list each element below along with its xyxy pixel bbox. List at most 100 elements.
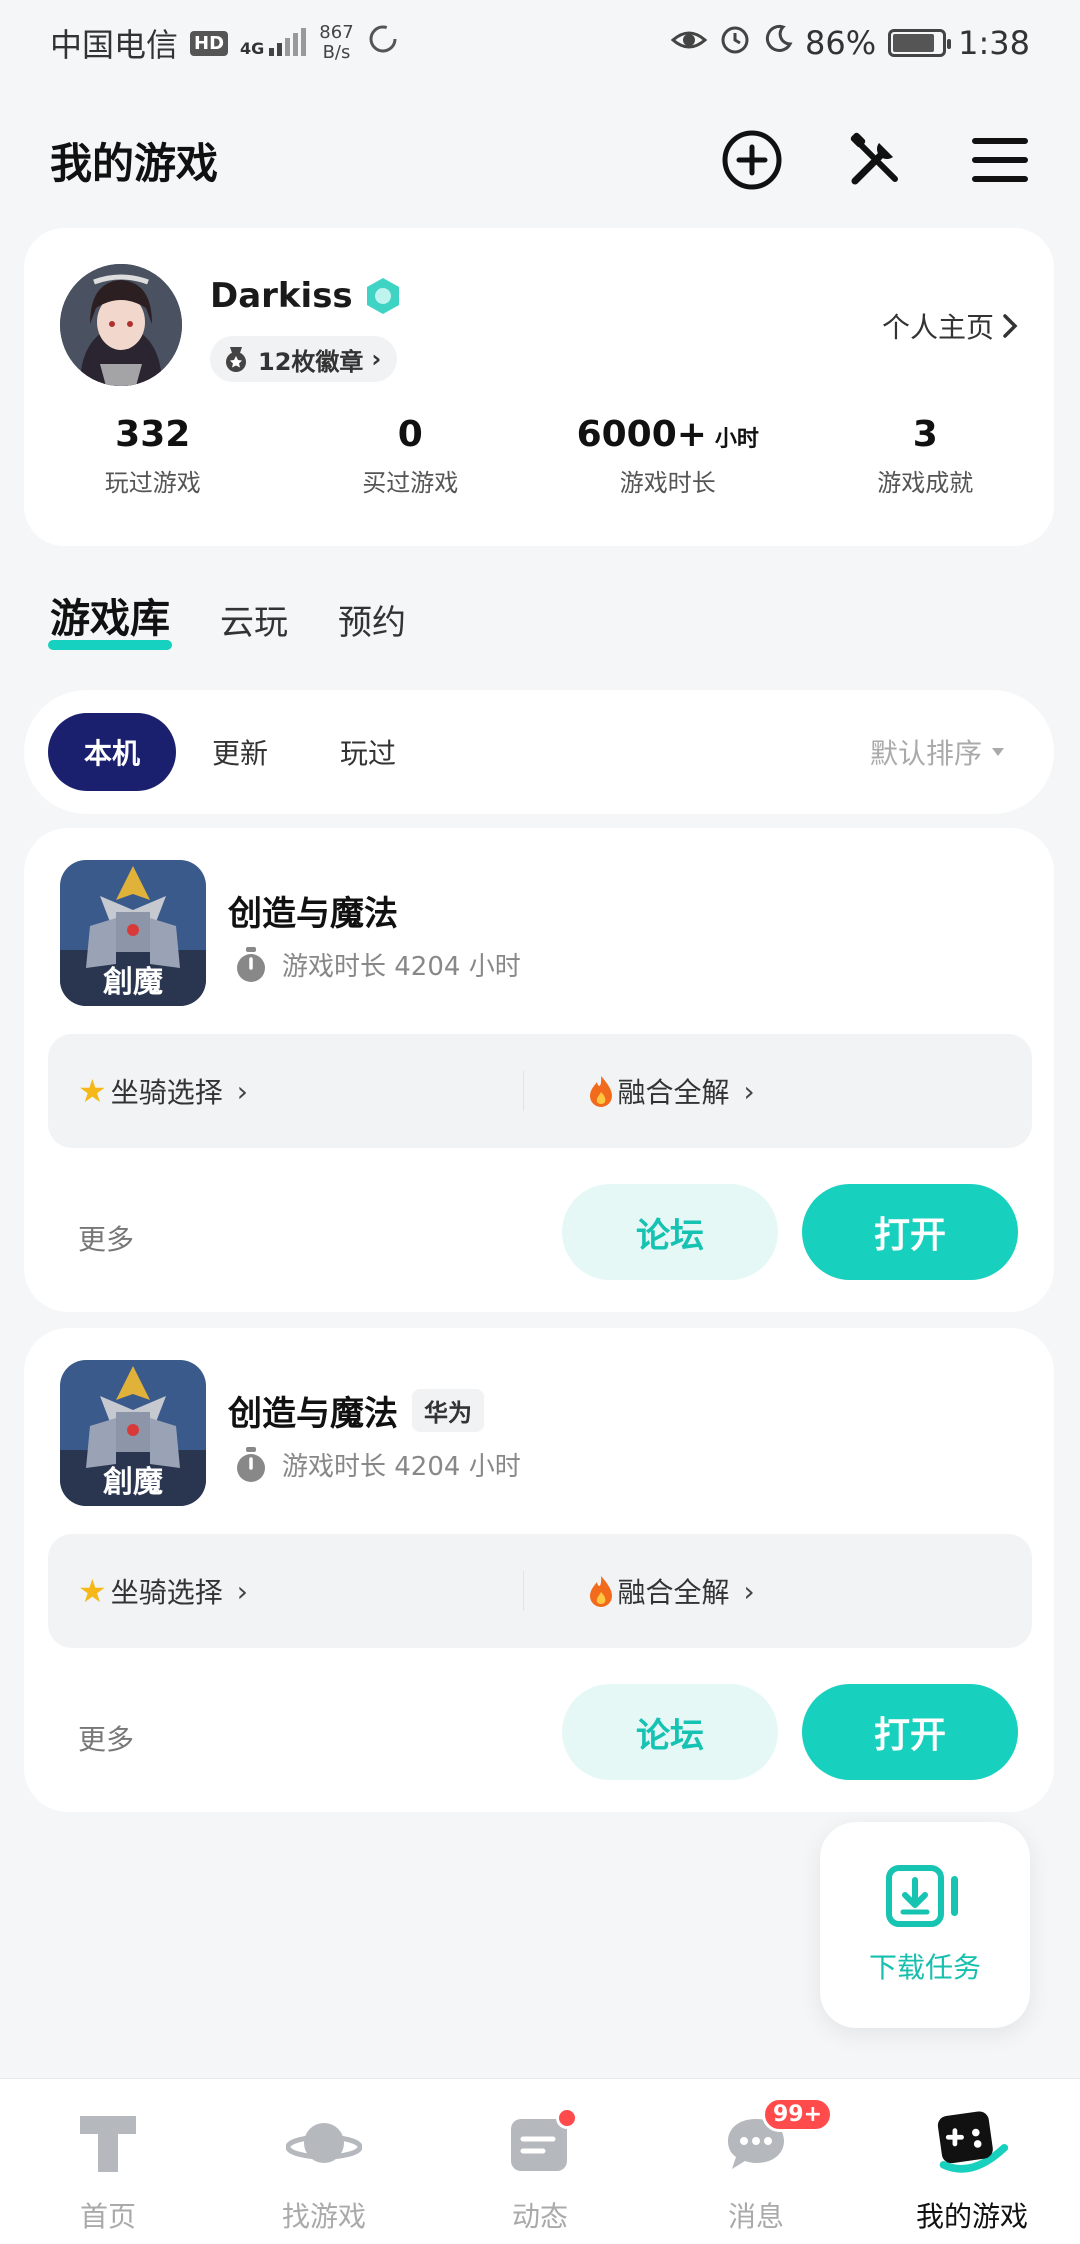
stat-label: 游戏成就 [877,469,974,497]
game-quick-links: ★ 坐骑选择 › 融合全解 › [48,1534,1032,1648]
stat-label: 游戏时长 [619,469,716,497]
stat-value-number: 3 [912,414,938,455]
game-icon[interactable]: 創魔 [60,860,206,1006]
message-count-badge: 99+ [762,2097,834,2132]
filter-played[interactable]: 玩过 [304,713,432,791]
quick-link-mount[interactable]: ★ 坐骑选择 › [48,1071,523,1111]
medal-icon [226,347,246,372]
network-speed: 867 B/s [319,23,353,63]
quick-link-fusion[interactable]: 融合全解 › [522,1571,1033,1611]
filter-updates[interactable]: 更新 [176,713,304,791]
home-icon [70,2105,146,2181]
tab-cloud-play[interactable]: 云玩 [220,595,288,644]
chevron-right-icon [1003,314,1018,338]
tab-reservations[interactable]: 预约 [338,595,406,644]
quick-link-label: 融合全解 [617,1576,730,1609]
menu-icon [972,138,1028,182]
nav-home[interactable]: 首页 [0,2079,216,2244]
personal-homepage-link[interactable]: 个人主页 [882,306,1018,346]
caret-down-icon [992,748,1004,756]
battery-icon [888,29,952,57]
clock-time: 1:38 [958,24,1030,62]
tools-button[interactable] [844,128,908,192]
game-card[interactable]: 創魔 创造与魔法 游戏时长 4204 小时 ★ 坐骑选择 › 融合全解 › 更多… [24,828,1054,1312]
notification-dot [556,2107,578,2129]
platform-tag: 华为 [412,1389,484,1432]
quick-link-label: 融合全解 [617,1076,730,1109]
nav-feed[interactable]: 动态 [432,2079,648,2244]
forum-button[interactable]: 论坛 [562,1184,778,1280]
stat-value-number: 332 [115,414,191,455]
game-play-time: 游戏时长 4204 小时 [234,1446,521,1483]
stat-value: 332 [24,414,282,455]
game-icon[interactable]: 創魔 [60,1360,206,1506]
username[interactable]: Darkiss [210,276,403,316]
stat-achievements[interactable]: 3 游戏成就 [797,414,1055,498]
status-right: 86% 1:38 [670,23,1030,63]
game-play-time: 游戏时长 4204 小时 [234,946,521,983]
stat-games-bought[interactable]: 0 买过游戏 [282,414,540,498]
message-icon: 99+ [718,2097,834,2181]
status-left: 中国电信 HD 4G 867 B/s [50,20,400,66]
chevron-right-icon: › [236,1074,248,1108]
stat-play-time[interactable]: 6000+ 小时 游戏时长 [539,414,797,498]
fire-icon [589,1576,612,1607]
more-button[interactable]: 更多 [78,1718,134,1758]
library-tabs: 游戏库 云玩 预约 [48,586,406,650]
add-circle-icon [722,130,782,190]
add-game-button[interactable] [720,128,784,192]
header-actions [720,128,1032,192]
alarm-icon [719,23,751,63]
quick-link-mount[interactable]: ★ 坐骑选择 › [48,1571,523,1611]
profile-card: Darkiss 12枚徽章 › 个人主页 332 玩过游戏 0 买过游戏 600… [24,228,1054,546]
stat-value: 0 [282,414,540,455]
moon-icon [763,24,793,62]
verified-badge-icon [366,278,399,314]
loading-icon [366,22,400,64]
download-tasks-button[interactable]: 下载任务 [820,1822,1030,2028]
badges-chip[interactable]: 12枚徽章 › [210,336,398,382]
play-time-text: 游戏时长 4204 小时 [282,952,521,982]
eye-icon [670,24,708,62]
nav-find-games[interactable]: 找游戏 [216,2079,432,2244]
quick-link-fusion[interactable]: 融合全解 › [522,1071,1033,1111]
open-game-button[interactable]: 打开 [802,1184,1018,1280]
filter-bar: 本机 更新 玩过 默认排序 [24,690,1054,814]
gamepad-icon [934,2105,1010,2181]
game-title[interactable]: 创造与魔法 华为 [228,1386,484,1435]
game-title-text: 创造与魔法 [228,894,398,934]
svg-text:創魔: 創魔 [103,1465,163,1500]
star-icon: ★ [78,1572,107,1610]
stopwatch-icon [237,946,265,982]
stat-unit: 小时 [714,427,759,452]
tab-game-library[interactable]: 游戏库 [48,586,172,650]
play-time-text: 游戏时长 4204 小时 [282,1452,521,1482]
nav-label: 我的游戏 [915,2200,1028,2233]
avatar[interactable] [60,264,182,386]
download-icon [886,1865,958,1927]
game-card[interactable]: 創魔 创造与魔法 华为 游戏时长 4204 小时 ★ 坐骑选择 › 融合全解 ›… [24,1328,1054,1812]
nav-messages[interactable]: 99+ 消息 [648,2079,864,2244]
game-title[interactable]: 创造与魔法 [228,886,398,935]
forum-button[interactable]: 论坛 [562,1684,778,1780]
nav-label: 找游戏 [281,2200,366,2233]
stat-value-number: 6000+ [576,414,707,455]
page-title: 我的游戏 [50,138,219,188]
filter-local[interactable]: 本机 [48,713,177,791]
nav-my-games[interactable]: 我的游戏 [864,2079,1080,2244]
stat-games-played[interactable]: 332 玩过游戏 [24,414,282,498]
menu-button[interactable] [968,128,1032,192]
download-tasks-label: 下载任务 [868,1951,981,1984]
chevron-right-icon: › [236,1574,248,1608]
hd-badge: HD [190,30,229,56]
nav-label: 消息 [727,2200,784,2233]
planet-icon [286,2105,362,2181]
more-button[interactable]: 更多 [78,1218,134,1258]
open-game-button[interactable]: 打开 [802,1684,1018,1780]
sort-dropdown[interactable]: 默认排序 [870,732,1030,772]
chevron-right-icon: › [371,345,382,373]
svg-text:創魔: 創魔 [103,965,163,1000]
quick-link-label: 坐骑选择 [110,1576,223,1609]
badges-count: 12枚徽章 [258,347,364,376]
speed-unit: B/s [322,42,351,63]
